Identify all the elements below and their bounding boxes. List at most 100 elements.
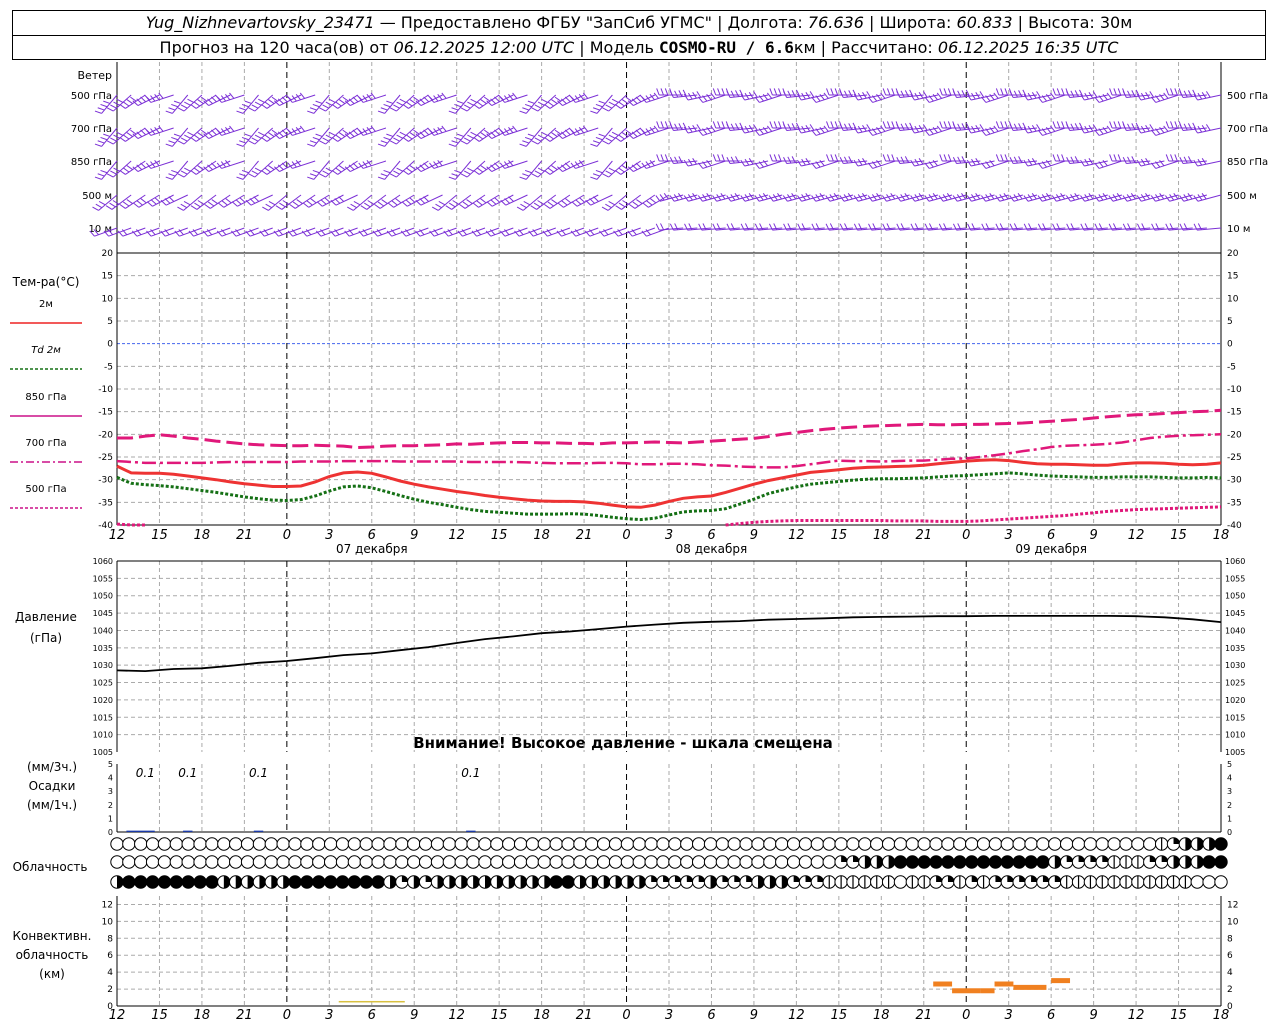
temp-ytick: 20 bbox=[102, 249, 114, 259]
cloud-symbol bbox=[1190, 855, 1204, 869]
wind-barb-flag bbox=[621, 132, 629, 137]
wind-barb-shaft bbox=[221, 94, 245, 103]
wind-barb-shaft bbox=[1197, 194, 1222, 202]
cloud-symbol-ring bbox=[929, 837, 943, 851]
cloud-symbol-ring bbox=[430, 855, 445, 869]
wind-barb-flag bbox=[726, 157, 731, 164]
wind-barb bbox=[218, 194, 245, 208]
x-tick-label-bottom: 15 bbox=[491, 1008, 508, 1023]
x-tick-label-bottom: 6 bbox=[1047, 1008, 1055, 1023]
cloud-symbol bbox=[549, 837, 563, 851]
wind-barb-flag bbox=[541, 98, 548, 103]
wind-barb-shaft bbox=[179, 227, 203, 237]
cloud-symbol-ring bbox=[312, 855, 326, 869]
wind-barb-flag bbox=[168, 196, 175, 202]
cloud-symbol bbox=[715, 837, 730, 851]
wind-barb-flag bbox=[834, 121, 839, 129]
convective-title-1: Конвективн. bbox=[13, 929, 92, 943]
wind-barb-flag bbox=[678, 123, 683, 130]
convective-cloud-bar bbox=[1013, 984, 1047, 990]
cloud-symbol-ring bbox=[703, 855, 718, 869]
wind-barb-shaft bbox=[362, 94, 387, 103]
wind-barb-shaft bbox=[462, 227, 486, 237]
cloud-symbol-ring bbox=[157, 837, 172, 851]
temp-ytick: -25 bbox=[98, 453, 113, 463]
wind-barb-flag bbox=[939, 154, 943, 162]
cloud-symbol-ring bbox=[976, 837, 991, 851]
wind-barb-flag bbox=[315, 100, 323, 104]
wind-level-label-right: 500 гПа bbox=[1227, 91, 1268, 102]
wind-barb-flag bbox=[530, 205, 537, 210]
wind-barb-shaft bbox=[242, 94, 259, 114]
wind-barb-flag bbox=[350, 203, 357, 209]
wind-barb-flag bbox=[534, 170, 542, 175]
wind-barb-flag bbox=[797, 159, 802, 167]
wind-barb-flag bbox=[480, 165, 487, 170]
wind-barb-flag bbox=[302, 202, 310, 208]
wind-barb bbox=[924, 159, 953, 169]
wind-level-label-right: 850 гПа bbox=[1227, 157, 1268, 168]
wind-barb-flag bbox=[362, 161, 368, 168]
wind-barb-flag bbox=[595, 169, 603, 174]
wind-barb-flag bbox=[1018, 123, 1023, 130]
wind-barb-flag bbox=[602, 173, 609, 178]
wind-barb-flag bbox=[251, 104, 259, 109]
x-tick-label-bottom: 21 bbox=[576, 1008, 593, 1023]
cloud-symbol-fill bbox=[193, 875, 207, 889]
wind-barb-shaft bbox=[221, 160, 245, 169]
cloud-symbol bbox=[359, 837, 373, 851]
cloud-symbol bbox=[1190, 837, 1204, 851]
wind-barb-flag bbox=[730, 156, 735, 164]
wind-barb-flag bbox=[753, 91, 758, 98]
wind-barb-flag bbox=[696, 124, 702, 131]
wind-barb-flag bbox=[557, 202, 564, 208]
wind-barb-flag bbox=[296, 199, 303, 204]
wind-barb-flag bbox=[656, 88, 660, 96]
wind-barb-flag bbox=[387, 202, 394, 208]
wind-barb bbox=[981, 92, 1009, 103]
wind-barb-flag bbox=[544, 103, 551, 109]
wind-barb-flag bbox=[646, 200, 653, 206]
wind-barb-flag bbox=[717, 121, 721, 129]
wind-barb bbox=[402, 127, 429, 142]
wind-barb-flag bbox=[433, 95, 439, 102]
cloud-symbol bbox=[585, 837, 599, 851]
wind-barb-flag bbox=[177, 206, 184, 211]
wind-barb-flag bbox=[1074, 123, 1079, 130]
wind-barb-flag bbox=[615, 205, 622, 210]
cloud-symbol bbox=[134, 855, 148, 869]
cloud-symbol-fill bbox=[929, 855, 943, 869]
wind-barb-shaft bbox=[306, 227, 330, 237]
cloud-symbol-ring bbox=[893, 875, 908, 889]
wind-barb bbox=[1037, 125, 1066, 136]
cloud-symbol bbox=[122, 875, 136, 889]
x-tick-label-bottom: 15 bbox=[151, 1008, 168, 1023]
pressure-ytick-right: 1020 bbox=[1225, 696, 1245, 705]
wind-barb-shaft bbox=[334, 227, 358, 237]
wind-barb-flag bbox=[547, 201, 554, 207]
cloud-symbol-ring bbox=[169, 837, 184, 851]
cloud-symbol bbox=[1059, 875, 1074, 889]
wind-barb-flag bbox=[236, 110, 244, 114]
cloud-symbol-ring bbox=[620, 855, 635, 869]
wind-barb-flag bbox=[674, 156, 679, 164]
wind-barb-flag bbox=[467, 134, 474, 139]
x-tick-label: 0 bbox=[962, 528, 970, 543]
wind-barb-flag bbox=[95, 203, 103, 209]
wind-barb-flag bbox=[823, 125, 829, 132]
cloud-symbol-ring bbox=[561, 837, 575, 851]
cloud-symbol-ring bbox=[205, 837, 219, 851]
wind-level-label-right: 500 м bbox=[1227, 191, 1257, 202]
wind-barb-flag bbox=[220, 95, 227, 102]
wind-barb-flag bbox=[1109, 154, 1113, 162]
cloud-symbol-ring bbox=[347, 855, 362, 869]
cloud-symbol bbox=[988, 837, 1003, 851]
cloud-symbol-ring bbox=[798, 855, 813, 869]
cloud-symbol bbox=[276, 875, 290, 889]
cloud-symbol-ring bbox=[359, 855, 373, 869]
cloud-symbol bbox=[727, 837, 741, 851]
wind-barb-shaft bbox=[406, 194, 429, 207]
cloud-symbol bbox=[157, 855, 172, 869]
wind-barb-shaft bbox=[391, 227, 415, 237]
wind-barb-flag bbox=[433, 128, 439, 135]
